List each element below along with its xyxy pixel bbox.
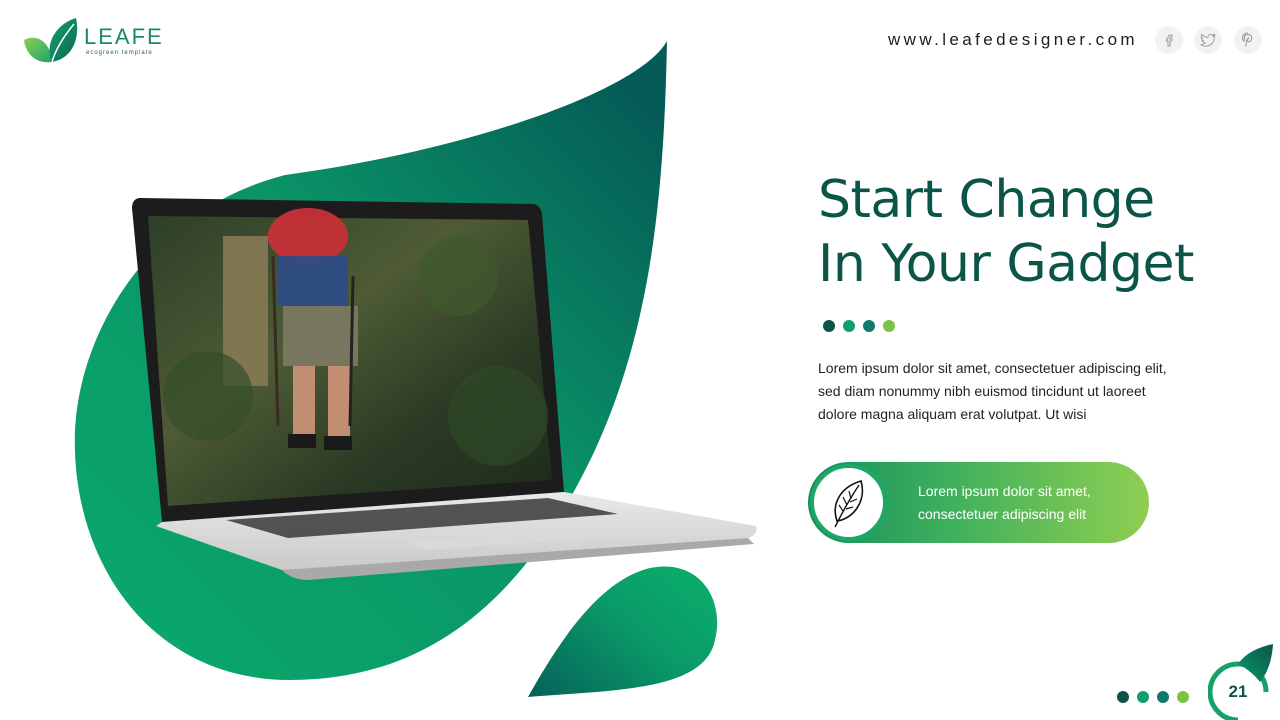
body-paragraph: Lorem ipsum dolor sit amet, consectetuer… [818, 360, 1167, 422]
title-line-2: In Your Gadget [818, 234, 1194, 294]
title-line-1: Start Change [818, 170, 1155, 230]
dot [823, 320, 835, 332]
callout-text: Lorem ipsum dolor sit amet, consectetuer… [918, 480, 1138, 526]
decorative-dots [823, 320, 895, 332]
pinterest-icon[interactable] [1234, 26, 1262, 54]
dot [1137, 691, 1149, 703]
callout-line-2: consectetuer adipiscing elit [918, 506, 1087, 522]
footer-dots [1117, 691, 1189, 703]
twitter-icon[interactable] [1194, 26, 1222, 54]
slide-title: Start Change In Your Gadget [818, 168, 1238, 296]
website-link[interactable]: www.leafedesigner.com [888, 30, 1138, 50]
page-number: 21 [1228, 682, 1248, 701]
page-number-leaf-icon [1208, 644, 1273, 720]
dot [863, 320, 875, 332]
dot [1177, 691, 1189, 703]
callout-line-1: Lorem ipsum dolor sit amet, [918, 483, 1091, 499]
laptop-image [132, 198, 757, 580]
callout-icon-ring [810, 464, 887, 541]
dot [843, 320, 855, 332]
dot [1117, 691, 1129, 703]
facebook-icon[interactable] [1155, 26, 1183, 54]
dot [1157, 691, 1169, 703]
dot [883, 320, 895, 332]
callout-pill: Lorem ipsum dolor sit amet, consectetuer… [808, 462, 1149, 543]
leaf-icon [833, 479, 863, 527]
